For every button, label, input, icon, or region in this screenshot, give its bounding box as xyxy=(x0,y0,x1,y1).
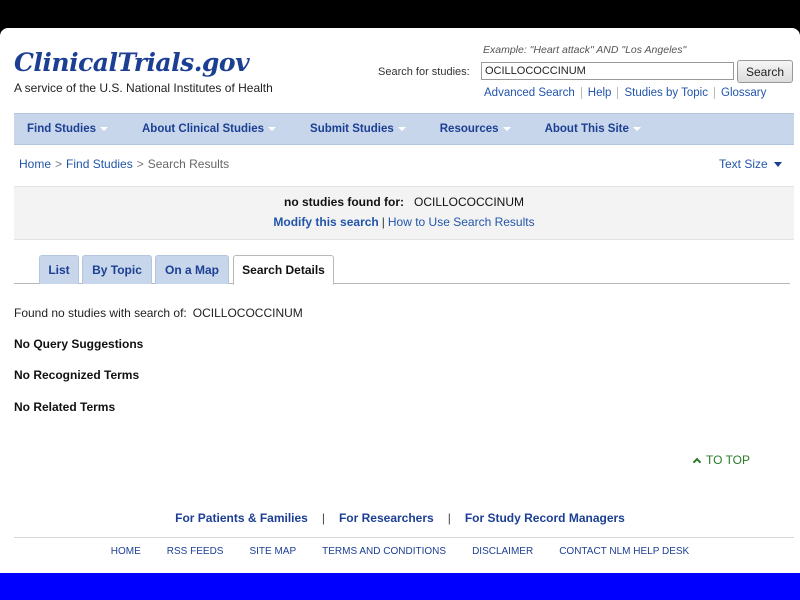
chevron-up-icon xyxy=(692,457,702,466)
tab-list[interactable]: List xyxy=(39,255,79,284)
dropdown-arrow-icon xyxy=(632,127,641,131)
site-logo[interactable]: ClinicalTrials.gov xyxy=(14,48,250,77)
to-top-link[interactable]: TO TOP xyxy=(692,453,751,467)
breadcrumb-current: Search Results xyxy=(147,157,230,171)
nav-label: Find Studies xyxy=(27,123,96,135)
no-query-suggestions-heading: No Query Suggestions xyxy=(14,337,144,351)
dropdown-arrow-icon xyxy=(397,127,406,131)
site-tagline: A service of the U.S. National Institute… xyxy=(14,81,273,95)
how-to-use-link[interactable]: How to Use Search Results xyxy=(388,215,535,229)
main-nav: Find Studies About Clinical Studies Subm… xyxy=(14,113,794,145)
results-tabs: List By Topic On a Map Search Details xyxy=(14,255,790,285)
dropdown-arrow-icon xyxy=(502,127,511,131)
footer-record-managers-link[interactable]: For Study Record Managers xyxy=(451,511,639,525)
footer-rss-link[interactable]: RSS FEEDS xyxy=(167,546,224,557)
found-label: Found no studies with search of: xyxy=(14,306,187,320)
no-results-term: OCILLOCOCCINUM xyxy=(413,195,524,209)
footer-audience-links: For Patients & Families | For Researcher… xyxy=(0,511,800,525)
no-results-label: no studies found for: xyxy=(284,195,404,209)
tab-search-details[interactable]: Search Details xyxy=(233,255,334,285)
found-term: OCILLOCOCCINUM xyxy=(192,306,303,320)
tab-by-topic[interactable]: By Topic xyxy=(82,255,152,284)
studies-by-topic-link[interactable]: Studies by Topic xyxy=(617,87,714,99)
footer-terms-link[interactable]: TERMS AND CONDITIONS xyxy=(322,546,446,557)
breadcrumb: Home > Find Studies > Search Results xyxy=(19,157,229,171)
modify-search-link[interactable]: Modify this search xyxy=(273,215,378,229)
slide-top-band xyxy=(0,0,800,28)
help-link[interactable]: Help xyxy=(580,87,618,99)
browser-page: ClinicalTrials.gov A service of the U.S.… xyxy=(0,28,800,573)
results-notice: no studies found for: OCILLOCOCCINUM Modi… xyxy=(14,186,794,240)
breadcrumb-separator: > xyxy=(55,157,63,171)
footer-disclaimer-link[interactable]: DISCLAIMER xyxy=(472,546,533,557)
search-details-summary: Found no studies with search of: OCILLOCO… xyxy=(14,306,303,320)
text-size-label: Text Size xyxy=(719,157,768,171)
footer-home-link[interactable]: HOME xyxy=(111,546,141,557)
to-top-label: TO TOP xyxy=(706,453,751,467)
breadcrumb-home[interactable]: Home xyxy=(19,157,51,171)
no-results-message: no studies found for: OCILLOCOCCINUM xyxy=(14,195,794,209)
footer-patients-link[interactable]: For Patients & Families xyxy=(161,511,322,525)
nav-find-studies[interactable]: Find Studies xyxy=(27,123,108,135)
breadcrumb-separator: > xyxy=(136,157,144,171)
footer-nav: HOME RSS FEEDS SITE MAP TERMS AND CONDIT… xyxy=(0,546,800,557)
search-button[interactable]: Search xyxy=(737,60,793,83)
footer-researchers-link[interactable]: For Researchers xyxy=(325,511,448,525)
nav-resources[interactable]: Resources xyxy=(440,123,511,135)
nav-submit-studies[interactable]: Submit Studies xyxy=(310,123,406,135)
no-related-terms-heading: No Related Terms xyxy=(14,400,116,414)
nav-label: About Clinical Studies xyxy=(142,123,265,135)
search-example-hint: Example: "Heart attack" AND "Los Angeles… xyxy=(483,44,687,56)
nav-about-clinical-studies[interactable]: About Clinical Studies xyxy=(142,123,277,135)
search-label: Search for studies: xyxy=(378,66,470,78)
notice-links: Modify this search | How to Use Search Res… xyxy=(14,215,794,229)
breadcrumb-find-studies[interactable]: Find Studies xyxy=(66,157,133,171)
text-size-control[interactable]: Text Size xyxy=(719,157,782,171)
nav-label: Resources xyxy=(439,123,499,135)
tab-on-a-map[interactable]: On a Map xyxy=(155,255,229,284)
nav-label: About This Site xyxy=(544,123,629,135)
nav-label: Submit Studies xyxy=(310,123,394,135)
notice-divider: | xyxy=(381,215,385,229)
search-input[interactable] xyxy=(481,62,734,80)
dropdown-arrow-icon xyxy=(268,127,277,131)
dropdown-arrow-icon xyxy=(100,127,108,131)
glossary-link[interactable]: Glossary xyxy=(714,87,772,99)
advanced-search-link[interactable]: Advanced Search xyxy=(484,87,581,99)
footer-divider-line xyxy=(14,537,794,538)
footer-sitemap-link[interactable]: SITE MAP xyxy=(249,546,296,557)
footer-contact-link[interactable]: CONTACT NLM HELP DESK xyxy=(559,546,689,557)
slide-bottom-band xyxy=(0,573,800,600)
caret-down-icon xyxy=(773,161,782,167)
quick-links: Advanced Search Help Studies by Topic Gl… xyxy=(484,87,772,99)
nav-about-this-site[interactable]: About This Site xyxy=(545,123,641,135)
no-recognized-terms-heading: No Recognized Terms xyxy=(14,368,140,382)
